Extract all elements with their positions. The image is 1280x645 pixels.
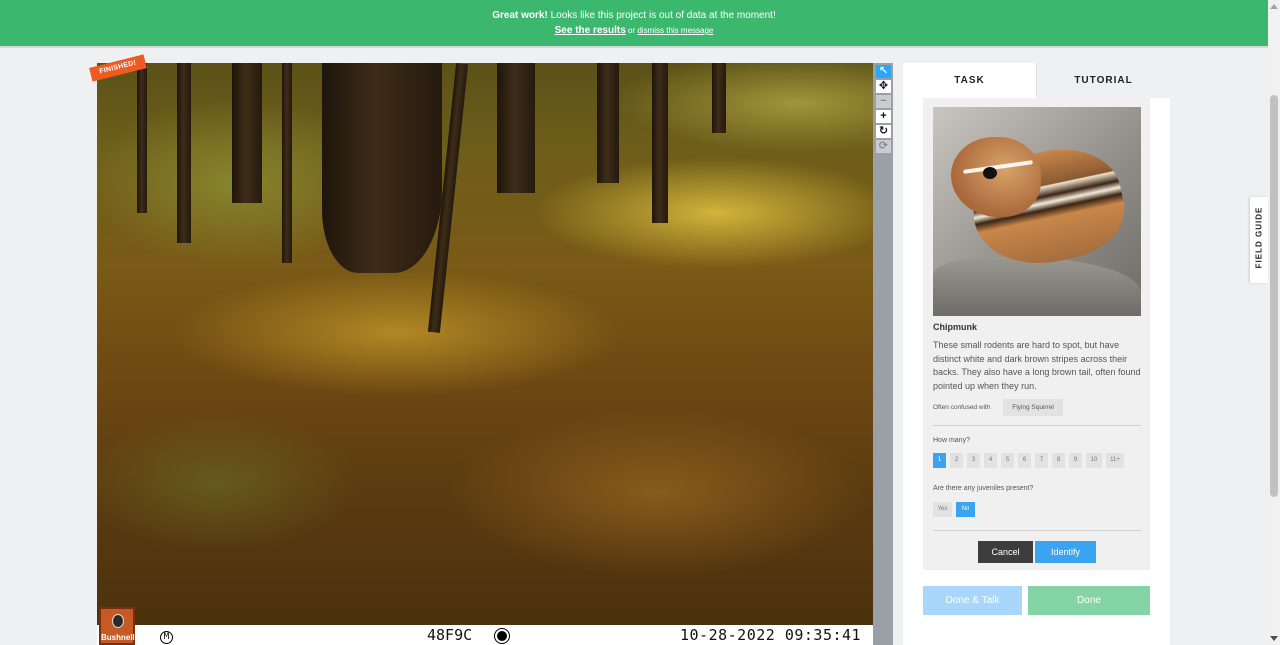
task-panel: TASK TUTORIAL Chipmunk These small roden… <box>903 63 1170 645</box>
count-option-11-plus[interactable]: 11+ <box>1106 453 1124 468</box>
project-status-banner: Great work! Looks like this project is o… <box>0 0 1268 46</box>
camera-logo-emblem <box>112 614 124 628</box>
juveniles-label: Are there any juveniles present? <box>933 485 1034 492</box>
count-option-2[interactable]: 2 <box>950 453 963 468</box>
done-button[interactable]: Done <box>1028 586 1150 615</box>
count-option-9[interactable]: 9 <box>1069 453 1082 468</box>
camera-brand-logo: Bushnell <box>99 607 135 645</box>
camera-mode-icon: M <box>160 631 173 644</box>
banner-message-line: Great work! Looks like this project is o… <box>0 8 1268 23</box>
how-many-label: How many? <box>933 437 970 444</box>
juveniles-yes-button[interactable]: Yes <box>933 502 952 517</box>
subject-image[interactable]: Bushnell M 48F9C 10-28-2022 09:35:41 <box>97 63 873 645</box>
count-option-10[interactable]: 10 <box>1086 453 1102 468</box>
divider <box>933 530 1141 531</box>
count-option-6[interactable]: 6 <box>1018 453 1031 468</box>
panel-tabs: TASK TUTORIAL <box>903 63 1170 98</box>
rock-shape <box>933 257 1141 316</box>
forest-light <box>97 63 873 645</box>
tree-trunk <box>497 63 535 193</box>
image-toolbar: ↖ ✥ − + ↻ ⟳ <box>873 63 893 645</box>
juveniles-no-button[interactable]: No <box>956 502 975 517</box>
camera-info-strip: Bushnell M 48F9C 10-28-2022 09:35:41 <box>97 607 873 645</box>
divider <box>933 425 1141 426</box>
confused-with-species-button[interactable]: Flying Squirrel <box>1003 399 1063 416</box>
banner-bold-text: Great work! <box>492 10 548 21</box>
rotate-icon[interactable]: ↻ <box>876 125 891 138</box>
chipmunk-eye <box>983 167 997 179</box>
species-description: These small rodents are hard to spot, bu… <box>933 340 1141 391</box>
field-guide-tab[interactable]: FIELD GUIDE <box>1250 197 1268 283</box>
count-option-8[interactable]: 8 <box>1052 453 1065 468</box>
page-scrollbar[interactable] <box>1268 0 1280 645</box>
reset-icon[interactable]: ⟳ <box>876 140 891 153</box>
see-results-link[interactable]: See the results <box>555 25 626 36</box>
tree-trunk <box>232 63 262 203</box>
pointer-icon[interactable]: ↖ <box>876 65 891 78</box>
dismiss-message-link[interactable]: dismiss this message <box>637 26 713 35</box>
banner-message: Looks like this project is out of data a… <box>547 10 776 21</box>
scroll-up-arrow-icon[interactable] <box>1270 4 1278 9</box>
banner-links-line: See the results or dismiss this message <box>0 23 1268 38</box>
tree-trunk <box>322 63 442 273</box>
species-photo <box>933 107 1141 316</box>
tree-trunk <box>137 63 147 213</box>
field-guide-label: FIELD GUIDE <box>1254 206 1264 269</box>
camera-code: 48F9C <box>427 626 473 644</box>
identify-button[interactable]: Identify <box>1035 541 1096 563</box>
count-option-4[interactable]: 4 <box>984 453 997 468</box>
count-option-5[interactable]: 5 <box>1001 453 1014 468</box>
camera-brand-text: Bushnell <box>101 633 135 642</box>
tree-trunk <box>712 63 726 133</box>
confused-with-label: Often confused with <box>933 404 991 411</box>
moon-phase-icon <box>495 629 509 643</box>
scroll-down-arrow-icon[interactable] <box>1270 636 1278 641</box>
species-card: Chipmunk These small rodents are hard to… <box>923 98 1150 570</box>
tab-tutorial[interactable]: TUTORIAL <box>1036 63 1170 98</box>
zoom-in-icon[interactable]: + <box>876 110 891 123</box>
scrollbar-thumb[interactable] <box>1270 95 1278 497</box>
zoom-out-icon[interactable]: − <box>876 95 891 108</box>
cancel-button[interactable]: Cancel <box>978 541 1033 563</box>
pan-icon[interactable]: ✥ <box>876 80 891 93</box>
tree-trunk <box>652 63 668 223</box>
chipmunk-head <box>951 137 1041 217</box>
count-option-1[interactable]: 1 <box>933 453 946 468</box>
count-option-7[interactable]: 7 <box>1035 453 1048 468</box>
species-name: Chipmunk <box>933 322 977 332</box>
count-option-3[interactable]: 3 <box>967 453 980 468</box>
tree-trunk <box>177 63 191 243</box>
banner-or-text: or <box>625 26 638 35</box>
tree-trunk <box>282 63 292 263</box>
camera-timestamp: 10-28-2022 09:35:41 <box>680 626 862 644</box>
done-and-talk-button[interactable]: Done & Talk <box>923 586 1022 615</box>
banner-divider <box>0 46 1268 48</box>
tab-task[interactable]: TASK <box>903 63 1036 98</box>
tree-trunk <box>597 63 619 183</box>
